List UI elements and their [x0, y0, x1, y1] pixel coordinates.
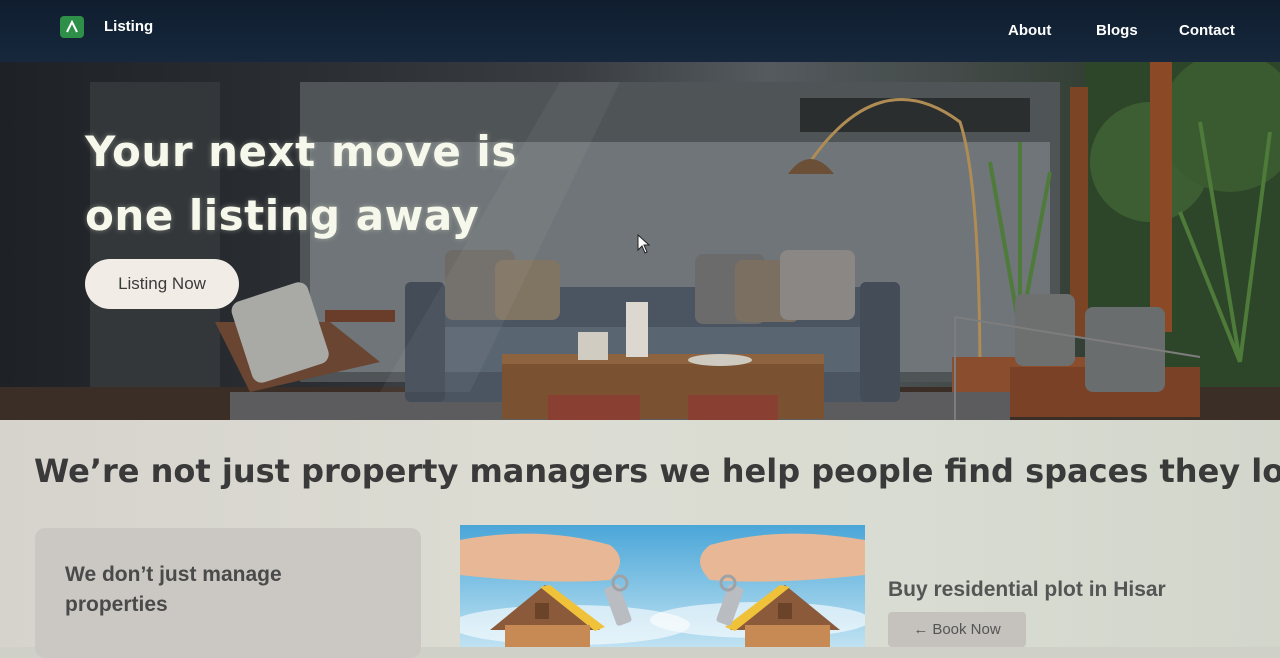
- book-now-button[interactable]: ← Book Now: [888, 612, 1026, 647]
- section-headline: We’re not just property managers we help…: [34, 452, 1280, 490]
- info-card-title: We don’t just manage properties: [65, 563, 282, 616]
- info-card: We don’t just manage properties: [35, 528, 421, 658]
- book-now-label: Book Now: [932, 621, 1001, 638]
- hero-title-line2: one listing away: [85, 191, 480, 240]
- promo-title: Buy residential plot in Hisar: [888, 578, 1166, 601]
- top-navbar: Listing About Blogs Contact: [0, 0, 1280, 62]
- arrow-left-icon: ←: [913, 621, 929, 638]
- hero-title-line1: Your next move is: [85, 127, 517, 176]
- promo-image-keys-houses: [460, 525, 865, 647]
- mouse-cursor-icon: [637, 234, 651, 254]
- logo-icon[interactable]: [60, 16, 84, 38]
- brand-name[interactable]: Listing: [104, 18, 153, 35]
- hero-section: Your next move is one listing away Listi…: [0, 62, 1280, 420]
- listing-now-button[interactable]: Listing Now: [85, 259, 239, 309]
- about-section: We’re not just property managers we help…: [0, 420, 1280, 658]
- nav-link-contact[interactable]: Contact: [1179, 22, 1235, 39]
- hero-title: Your next move is one listing away: [85, 120, 545, 248]
- chevron-up-icon: [66, 20, 78, 33]
- nav-link-blogs[interactable]: Blogs: [1096, 22, 1138, 39]
- nav-link-about[interactable]: About: [1008, 22, 1051, 39]
- house-keys-illustration: [460, 525, 865, 647]
